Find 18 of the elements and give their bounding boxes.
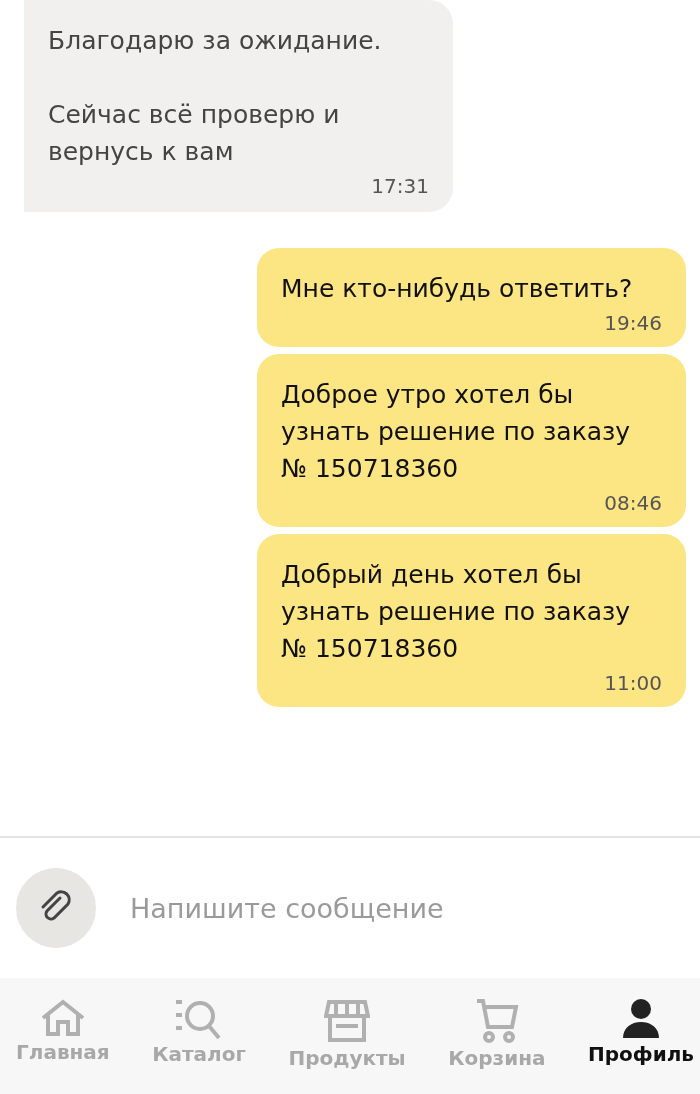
message-text: Мне кто-нибудь ответить? <box>281 273 634 305</box>
message-time: 19:46 <box>604 311 662 335</box>
nav-tab[interactable]: Каталог <box>146 978 252 1094</box>
nav-tab[interactable]: Корзина <box>442 978 552 1094</box>
message-text: Добрый день хотел бы узнать решение по заказу № 150718360 <box>281 559 632 665</box>
message-text: Благодарю за ожидание. Сейчас всё проверю и вернусь к вам <box>48 25 383 168</box>
message-time: 11:00 <box>604 671 662 695</box>
message-input-field[interactable]: Напишите сообщение <box>128 891 684 925</box>
message-time: 17:31 <box>371 174 429 198</box>
nav-tab[interactable]: Профиль <box>582 978 700 1094</box>
home-icon <box>39 998 86 1038</box>
message-time: 08:46 <box>604 491 662 515</box>
nav-tab[interactable]: Продукты <box>282 978 412 1094</box>
shop-icon <box>324 998 371 1044</box>
cart-icon <box>474 998 519 1044</box>
message-text: Доброе утро хотел бы узнать решение по заказу № 150718360 <box>281 379 632 485</box>
nav-tab[interactable]: Главная <box>10 978 116 1094</box>
profile-icon <box>621 998 661 1040</box>
